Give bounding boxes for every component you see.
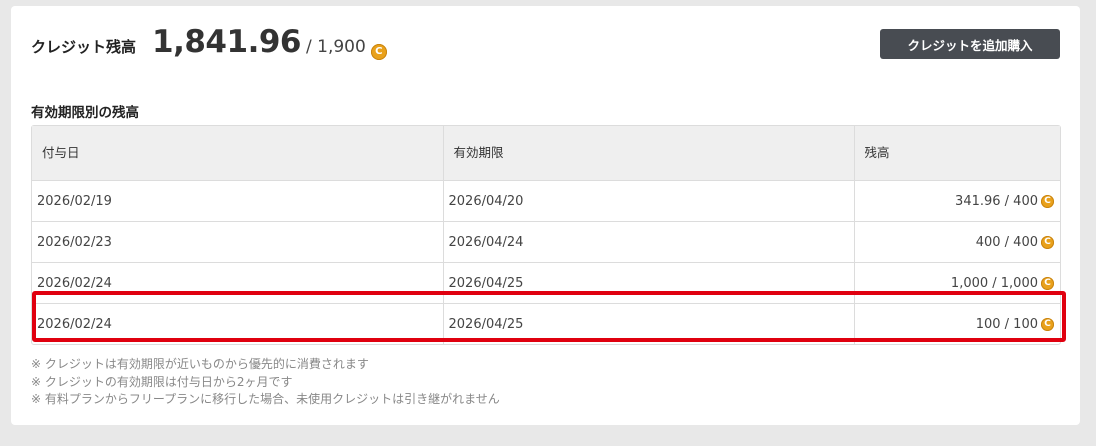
granted-date-cell: 2026/02/24: [32, 303, 444, 344]
note-line: ※ クレジットの有効期限は付与日から2ヶ月です: [31, 374, 293, 389]
section-title: 有効期限別の残高: [31, 105, 139, 121]
balance-total: / 1,900: [306, 37, 366, 57]
table-row: 2026/02/24 2026/04/25 1,000 / 1,000 C: [32, 262, 1060, 304]
balance-cell: 100 / 100 C: [854, 303, 1060, 344]
balance-value: 341.96 / 400: [955, 193, 1038, 209]
table-row-highlighted: 2026/02/24 2026/04/25 100 / 100 C: [32, 303, 1060, 344]
expiry-balance-table: 付与日 有効期限 残高 2026/02/19 2026/04/20 341.96…: [31, 125, 1061, 345]
balance-cell: 400 / 400 C: [854, 221, 1060, 263]
balance-value: 400 / 400: [975, 234, 1038, 250]
coin-icon: C: [1041, 317, 1054, 331]
column-header-granted-date: 付与日: [32, 126, 444, 181]
granted-date-cell: 2026/02/24: [32, 262, 444, 304]
granted-date-cell: 2026/02/19: [32, 180, 444, 222]
balance-summary: クレジット残高 1,841.96 / 1,900 C: [31, 24, 387, 68]
expiry-date-cell: 2026/04/25: [443, 303, 855, 344]
coin-icon: C: [1041, 276, 1054, 290]
table-header-row: 付与日 有効期限 残高: [32, 126, 1060, 181]
table-row: 2026/02/23 2026/04/24 400 / 400 C: [32, 221, 1060, 263]
balance-value: 100 / 100: [975, 316, 1038, 332]
note-line: ※ クレジットは有効期限が近いものから優先的に消費されます: [31, 357, 369, 371]
coin-icon: C: [370, 44, 387, 60]
balance-amount: 1,841.96: [152, 24, 301, 60]
expiry-date-cell: 2026/04/20: [443, 180, 855, 222]
balance-value: 1,000 / 1,000: [950, 275, 1038, 291]
balance-cell: 341.96 / 400 C: [854, 180, 1060, 222]
expiry-date-cell: 2026/04/24: [443, 221, 855, 263]
column-header-balance: 残高: [854, 126, 1060, 181]
granted-date-cell: 2026/02/23: [32, 221, 444, 263]
credit-balance-card: クレジット残高 1,841.96 / 1,900 C クレジットを追加購入 有効…: [11, 6, 1080, 425]
balance-cell: 1,000 / 1,000 C: [854, 262, 1060, 304]
balance-label: クレジット残高: [31, 38, 137, 56]
notes: ※ クレジットは有効期限が近いものから優先的に消費されます ※ クレジットの有効…: [31, 356, 500, 409]
note-line: ※ 有料プランからフリープランに移行した場合、未使用クレジットは引き継がれません: [31, 392, 500, 406]
coin-icon: C: [1041, 194, 1054, 208]
table-row: 2026/02/19 2026/04/20 341.96 / 400 C: [32, 180, 1060, 222]
expiry-date-cell: 2026/04/25: [443, 262, 855, 304]
coin-icon: C: [1041, 235, 1054, 249]
column-header-expiry-date: 有効期限: [443, 126, 855, 181]
add-credit-button[interactable]: クレジットを追加購入: [880, 29, 1060, 59]
